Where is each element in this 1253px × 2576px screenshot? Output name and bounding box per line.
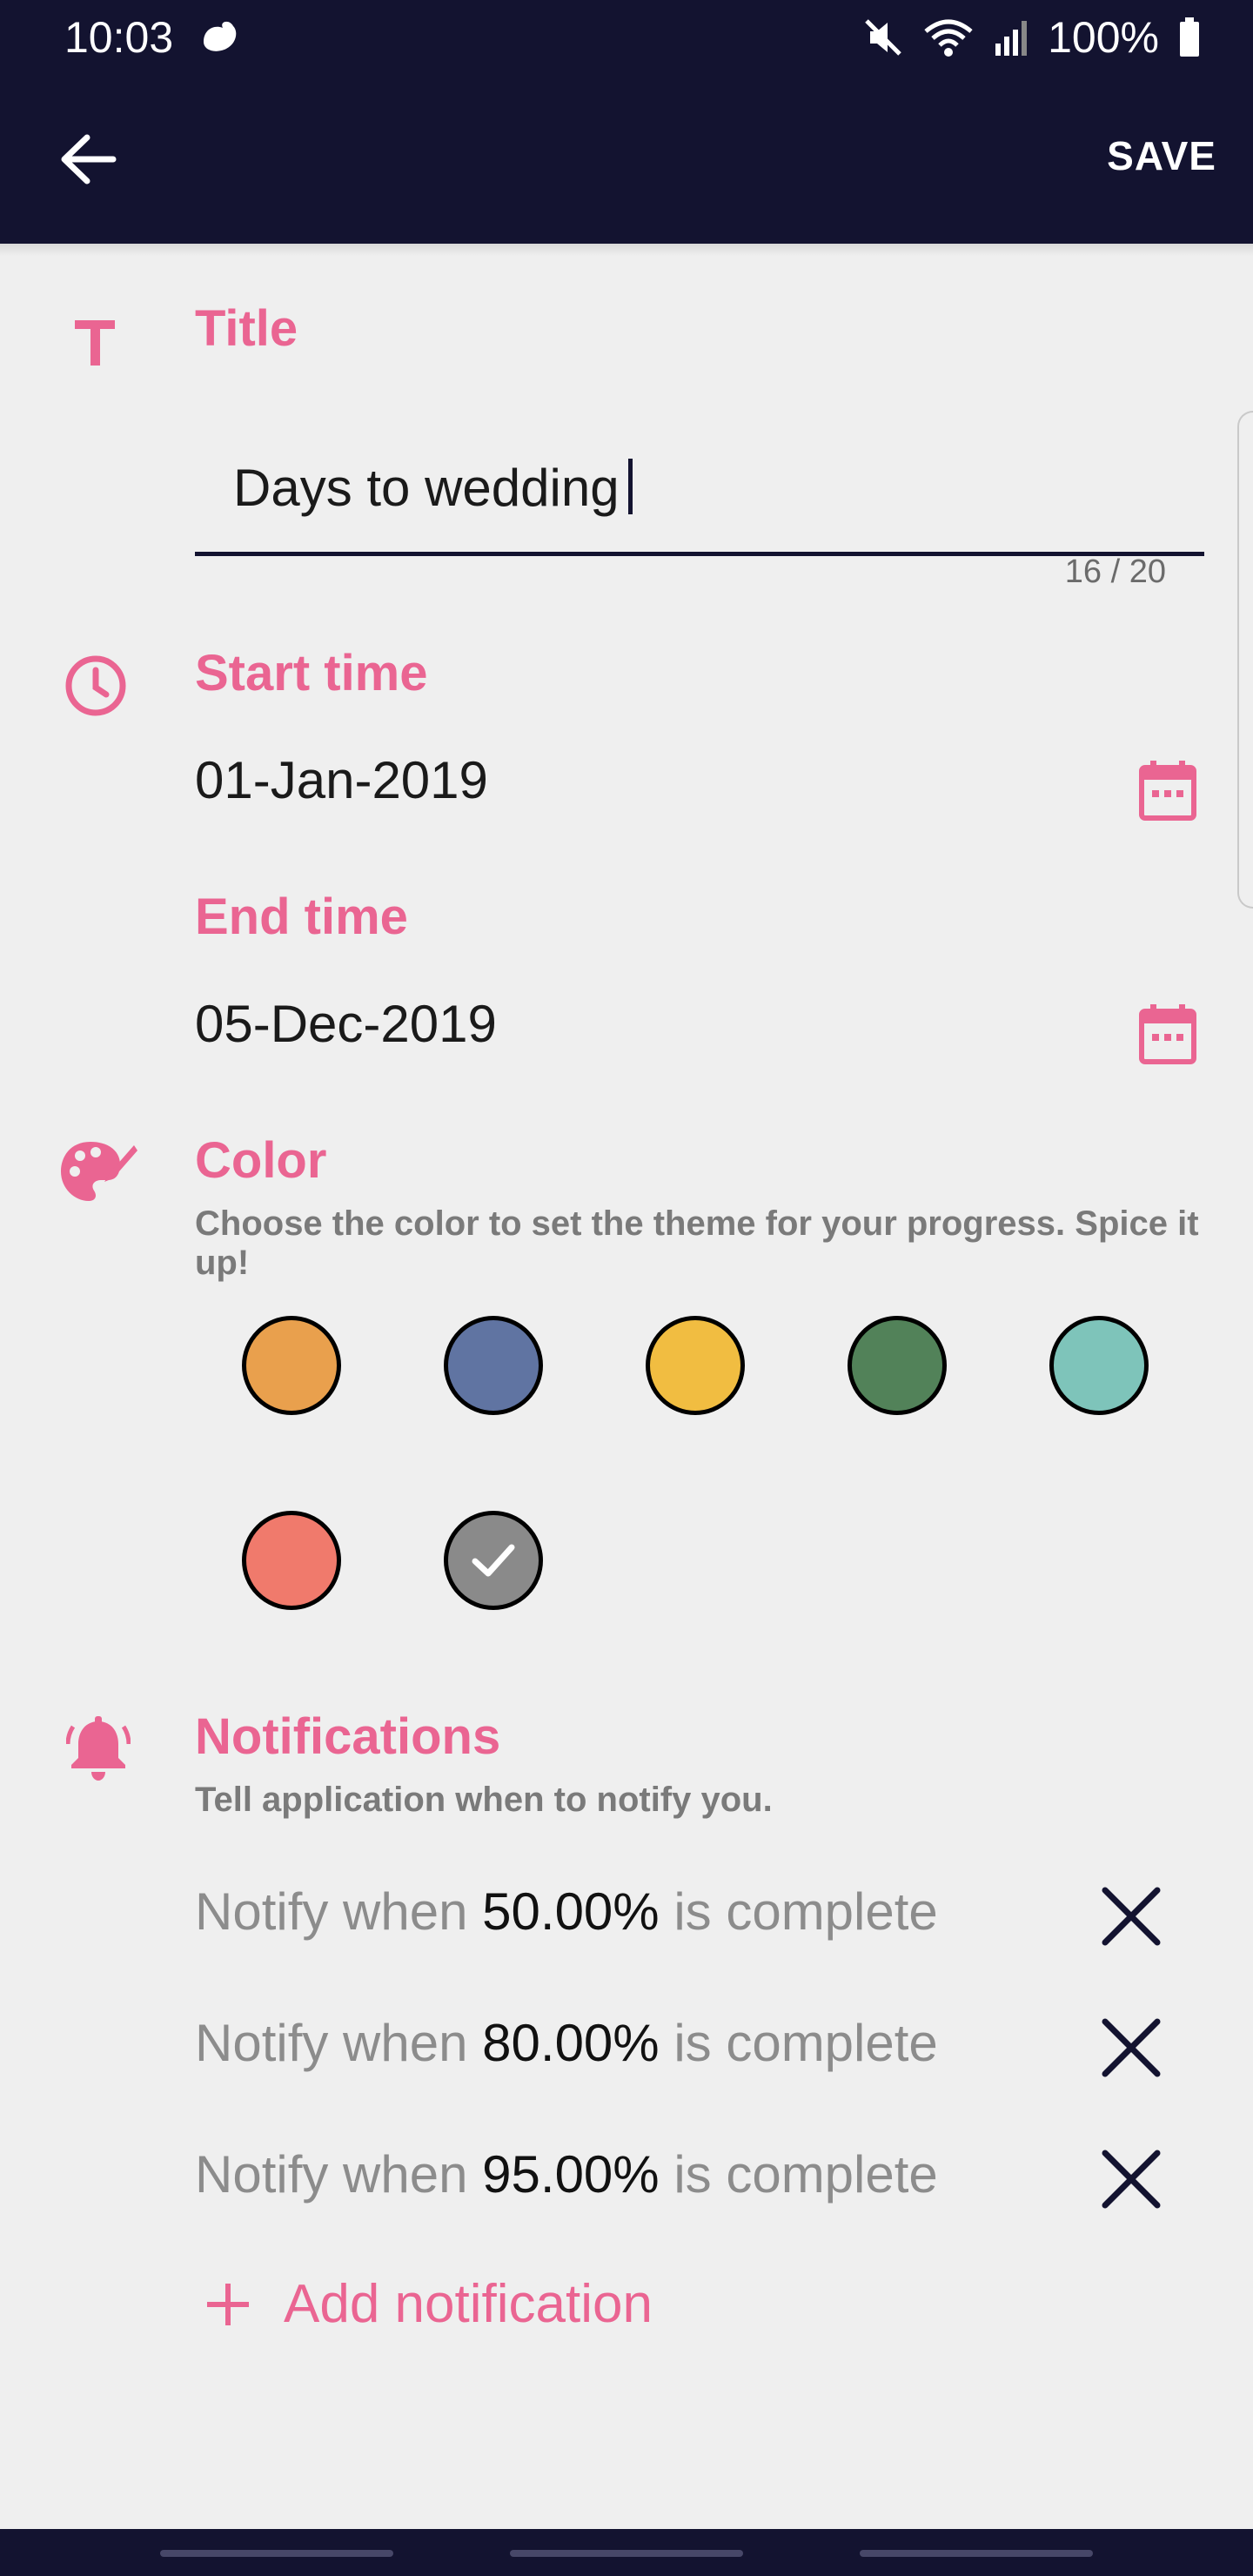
notification-item: Notify when 80.00% is complete xyxy=(195,2013,938,2073)
bell-icon xyxy=(66,1716,131,1781)
notification-percent[interactable]: 95.00% xyxy=(482,2145,660,2204)
title-icon xyxy=(75,320,115,366)
add-notification-label: Add notification xyxy=(284,2274,653,2334)
notification-prefix: Notify when xyxy=(195,2014,468,2072)
signal-icon xyxy=(995,21,1028,56)
scrollbar-handle[interactable] xyxy=(1237,411,1253,909)
remove-notification-icon[interactable] xyxy=(1100,1885,1163,1948)
check-icon xyxy=(448,1515,539,1606)
title-label: Title xyxy=(195,300,298,357)
save-button[interactable]: SAVE xyxy=(1107,132,1216,179)
notifications-label: Notifications xyxy=(195,1708,501,1765)
palette-icon xyxy=(61,1142,137,1201)
notifications-description: Tell application when to notify you. xyxy=(195,1781,773,1819)
notification-percent[interactable]: 80.00% xyxy=(482,2014,660,2072)
color-swatch[interactable] xyxy=(646,1316,745,1415)
title-input-value: Days to wedding xyxy=(233,453,633,524)
start-calendar-icon[interactable] xyxy=(1138,759,1197,822)
status-time: 10:03 xyxy=(64,13,174,62)
color-swatch[interactable] xyxy=(242,1316,341,1415)
toolbar-shadow xyxy=(0,244,1253,256)
add-notification-button[interactable]: Add notification xyxy=(202,2273,653,2335)
nav-home-button[interactable] xyxy=(510,2550,743,2557)
back-arrow-icon[interactable] xyxy=(57,131,118,188)
color-swatch[interactable] xyxy=(1049,1316,1149,1415)
status-icons: 100% xyxy=(863,12,1201,63)
notification-suffix: is complete xyxy=(673,2014,938,2072)
notification-prefix: Notify when xyxy=(195,2145,468,2204)
title-input[interactable]: Days to wedding xyxy=(195,453,1204,556)
color-swatch[interactable] xyxy=(242,1511,341,1610)
color-description: Choose the color to set the theme for yo… xyxy=(195,1204,1199,1282)
end-time-value[interactable]: 05-Dec-2019 xyxy=(195,994,497,1054)
color-swatch[interactable] xyxy=(848,1316,947,1415)
notification-percent[interactable]: 50.00% xyxy=(482,1882,660,1941)
notification-item: Notify when 95.00% is complete xyxy=(195,2144,938,2204)
end-calendar-icon[interactable] xyxy=(1138,1003,1197,1065)
battery-icon xyxy=(1180,17,1199,57)
mute-icon xyxy=(865,19,901,56)
text-caret xyxy=(627,459,633,514)
color-swatch[interactable] xyxy=(444,1316,543,1415)
color-swatch[interactable] xyxy=(444,1511,543,1610)
nav-back-button[interactable] xyxy=(860,2550,1093,2557)
notification-suffix: is complete xyxy=(673,2145,938,2204)
notification-item: Notify when 50.00% is complete xyxy=(195,1882,938,1942)
wifi-icon xyxy=(924,19,973,57)
notification-suffix: is complete xyxy=(673,1882,938,1941)
color-label: Color xyxy=(195,1132,327,1189)
start-time-value[interactable]: 01-Jan-2019 xyxy=(195,750,488,810)
app-notification-icon xyxy=(204,21,237,51)
notification-prefix: Notify when xyxy=(195,1882,468,1941)
end-time-label: End time xyxy=(195,889,408,945)
remove-notification-icon[interactable] xyxy=(1100,2148,1163,2210)
nav-recents-button[interactable] xyxy=(160,2550,393,2557)
start-time-label: Start time xyxy=(195,645,428,701)
clock-icon xyxy=(65,655,126,716)
character-counter: 16 / 20 xyxy=(1064,553,1166,590)
battery-percent: 100% xyxy=(1048,13,1159,62)
remove-notification-icon[interactable] xyxy=(1100,2016,1163,2079)
plus-icon xyxy=(207,2283,249,2325)
